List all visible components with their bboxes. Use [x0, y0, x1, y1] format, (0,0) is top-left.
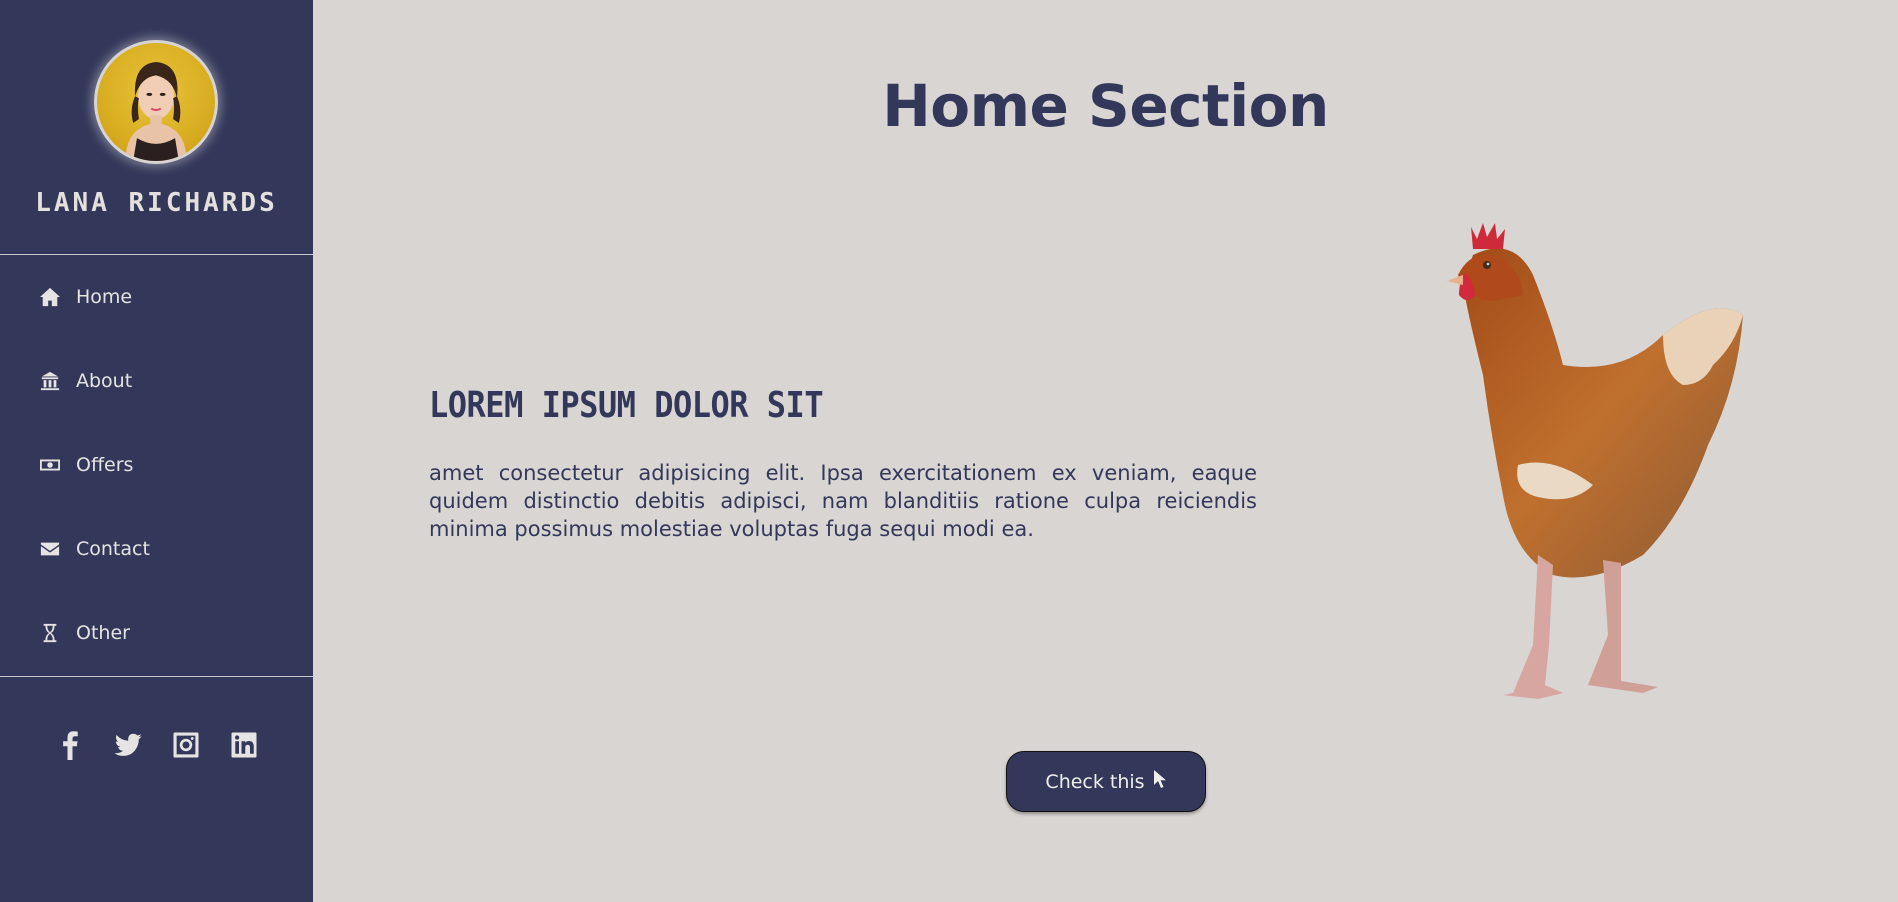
hourglass-icon [38, 622, 62, 644]
sidebar-item-label: Home [76, 286, 133, 308]
page-title: Home Section [882, 72, 1329, 140]
sidebar-item-about[interactable]: About [0, 339, 313, 423]
social-links [0, 677, 313, 761]
home-icon [38, 286, 62, 308]
avatar [94, 40, 218, 164]
sidebar-item-label: Offers [76, 454, 134, 476]
linkedin-icon[interactable] [228, 729, 260, 761]
sidebar: LANA RICHARDS Home About Offers Contact [0, 0, 313, 902]
money-icon [38, 454, 62, 476]
section-paragraph: amet consectetur adipisicing elit. Ipsa … [429, 461, 1257, 541]
sidebar-item-label: Other [76, 622, 130, 644]
check-this-label: Check this [1045, 770, 1145, 793]
sidebar-item-contact[interactable]: Contact [0, 507, 313, 591]
twitter-icon[interactable] [112, 729, 144, 761]
profile-panel: LANA RICHARDS [0, 0, 313, 255]
check-this-button[interactable]: Check this [1006, 751, 1206, 812]
envelope-icon [38, 538, 62, 560]
profile-name: LANA RICHARDS [35, 188, 278, 218]
sidebar-item-label: Contact [76, 538, 150, 560]
sidebar-item-offers[interactable]: Offers [0, 423, 313, 507]
main-content: Home Section LOREM IPSUM DOLOR SIT amet … [313, 0, 1898, 902]
instagram-icon[interactable] [170, 729, 202, 761]
section-subtitle: LOREM IPSUM DOLOR SIT [429, 384, 824, 426]
cursor-pointer-icon [1153, 769, 1167, 794]
facebook-icon[interactable] [54, 729, 86, 761]
building-icon [38, 370, 62, 392]
sidebar-nav: Home About Offers Contact Other [0, 255, 313, 677]
hen-image [1363, 215, 1753, 715]
sidebar-item-other[interactable]: Other [0, 591, 313, 675]
sidebar-item-home[interactable]: Home [0, 255, 313, 339]
sidebar-item-label: About [76, 370, 133, 392]
